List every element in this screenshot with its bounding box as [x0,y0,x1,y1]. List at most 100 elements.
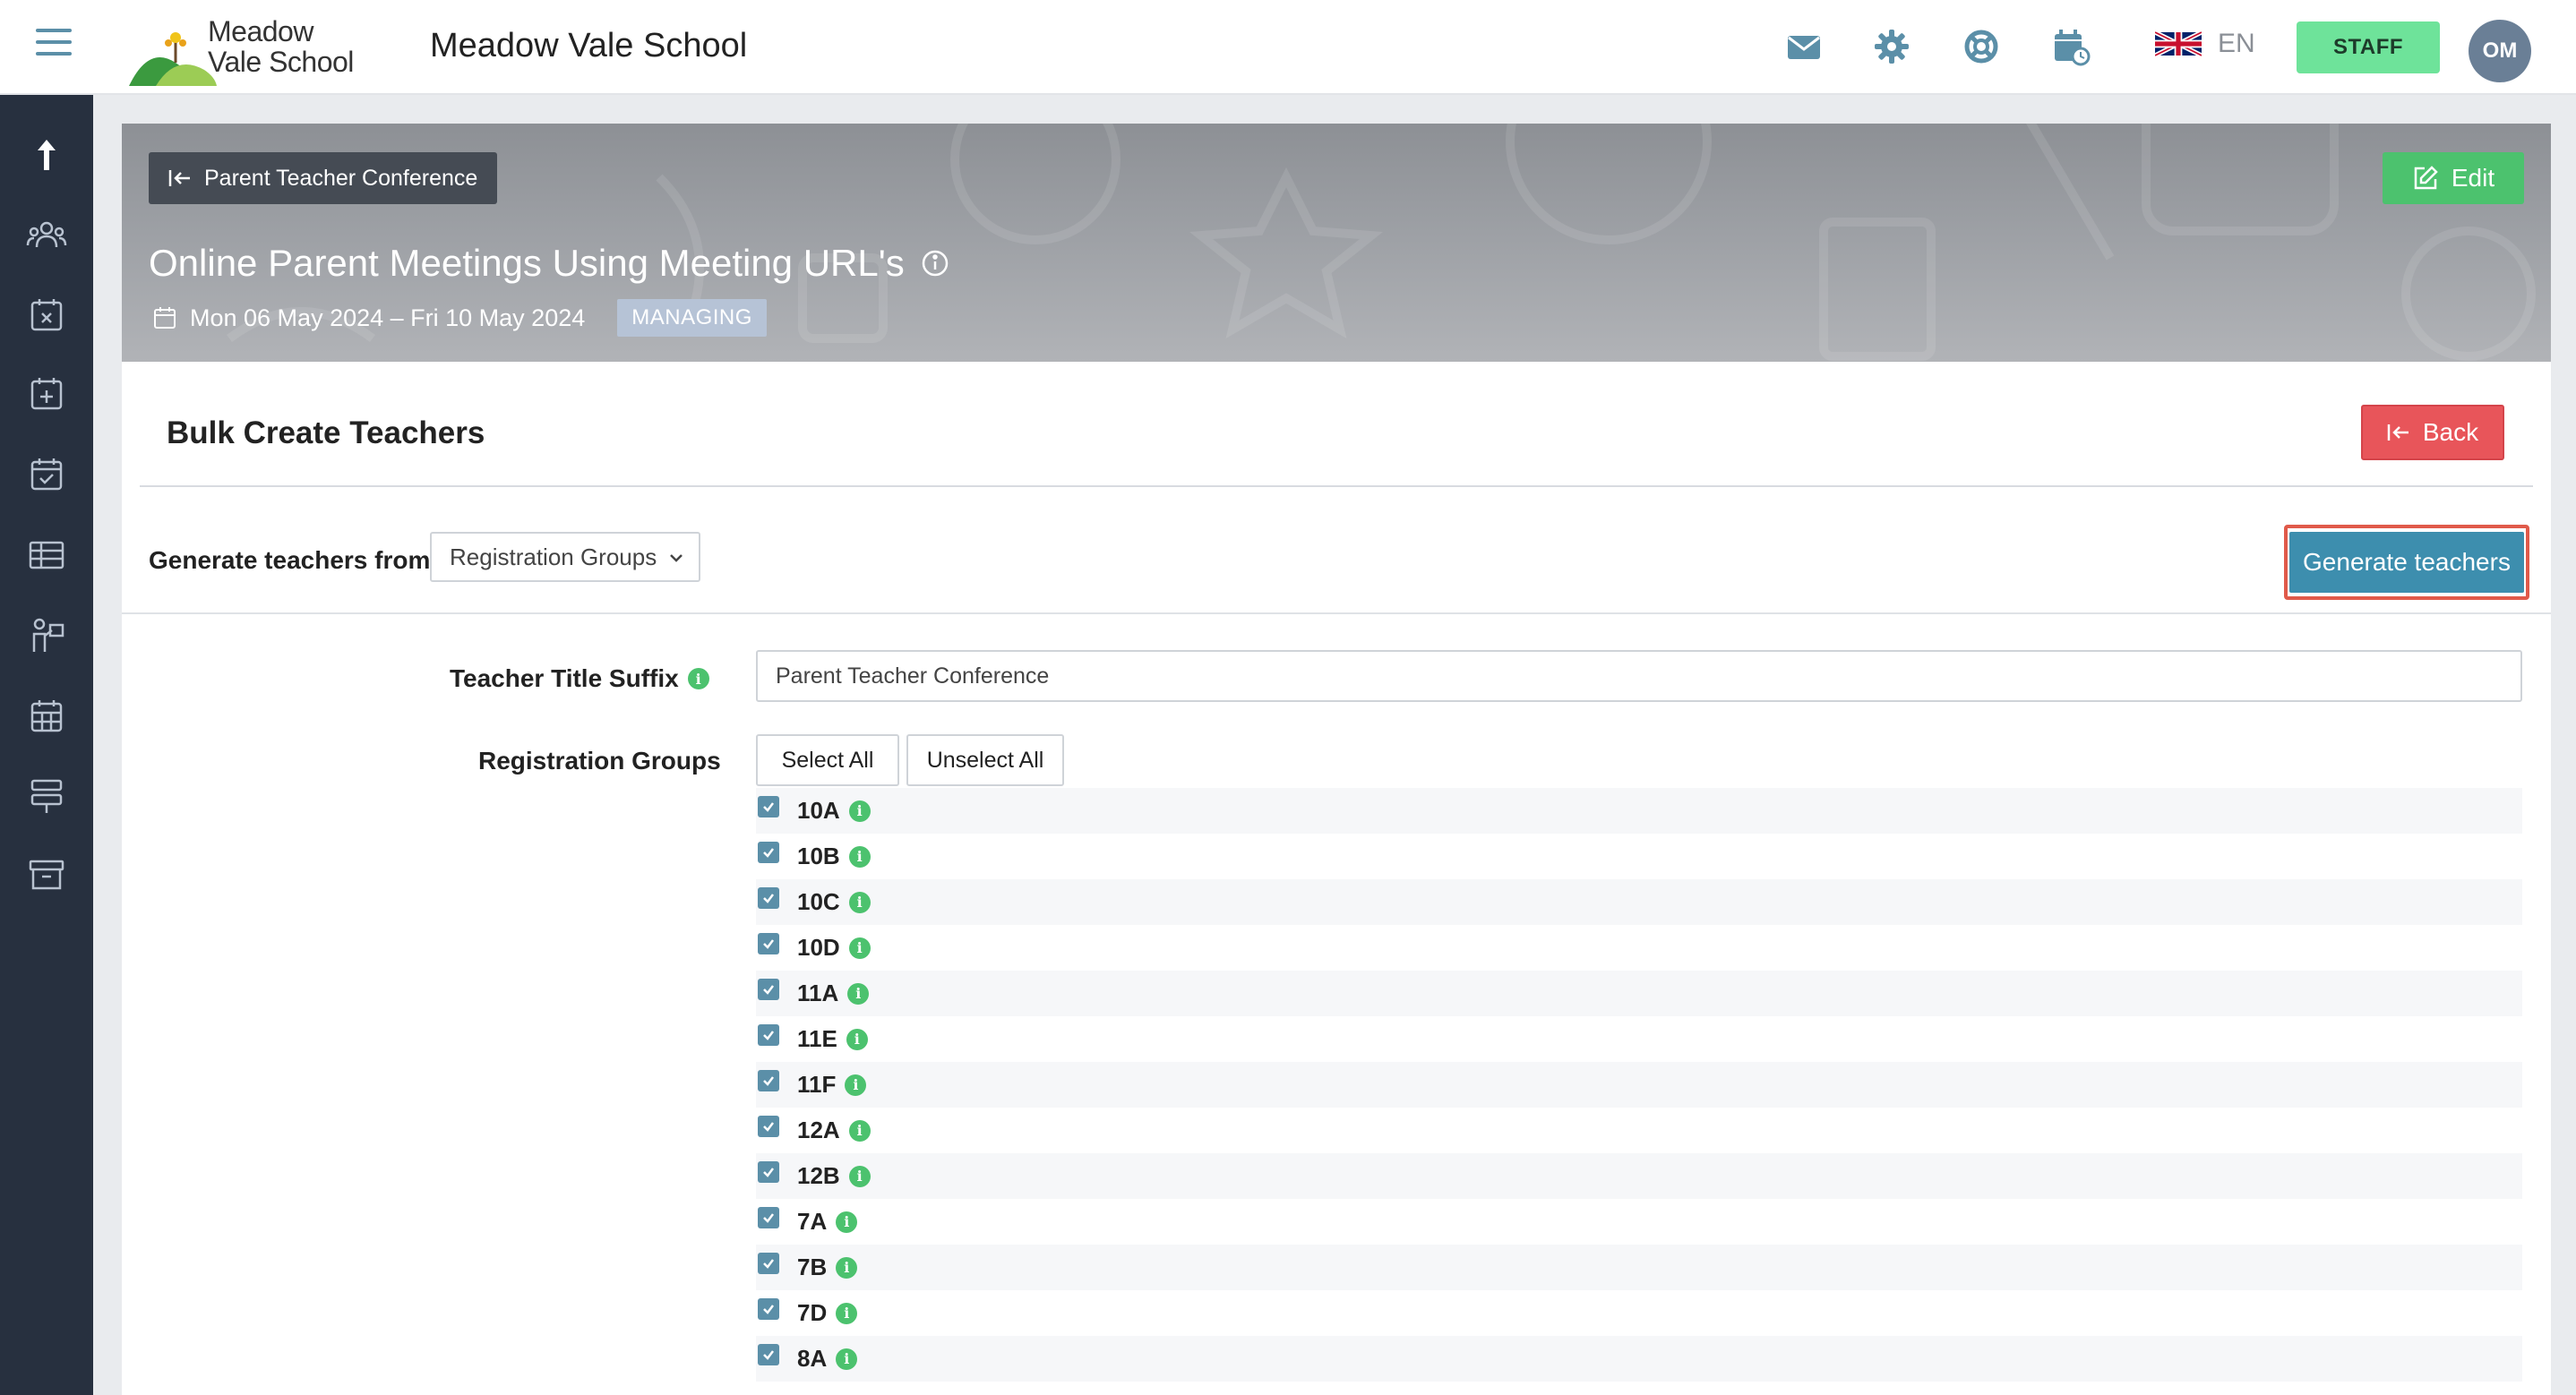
gear-icon[interactable] [1872,27,1911,66]
lifebuoy-icon[interactable] [1962,27,2001,66]
checkmark-icon [763,893,774,903]
checkmark-icon [763,801,774,812]
divider [122,612,2551,614]
hamburger-menu-icon[interactable] [36,29,72,61]
group-name: 8A [797,1345,828,1372]
group-checkbox[interactable] [758,886,779,909]
registration-group-row: 7A i [756,1199,2522,1245]
group-name: 10C [797,888,840,915]
page-title: Online Parent Meetings Using Meeting URL… [149,242,949,285]
info-icon[interactable]: i [836,1256,858,1279]
checkmark-icon [763,1304,774,1314]
language-selector[interactable]: EN [2155,29,2255,59]
registration-group-row: 10C i [756,879,2522,925]
info-icon[interactable]: i [848,937,871,959]
main-card: Parent Teacher Conference Edit Online Pa… [122,124,2551,1395]
logo-line-2: Vale School [208,46,354,78]
registration-group-row: 10B i [756,834,2522,879]
breadcrumb-label: Parent Teacher Conference [204,165,478,191]
group-checkbox[interactable] [758,932,779,954]
group-checkbox[interactable] [758,1252,779,1274]
registration-group-row: 10A i [756,788,2522,834]
event-date-range: Mon 06 May 2024 – Fri 10 May 2024 [190,304,586,331]
group-checkbox[interactable] [758,1023,779,1046]
info-icon[interactable]: i [848,891,871,913]
group-name: 12A [797,1117,840,1143]
managing-badge: MANAGING [617,299,767,337]
teacher-title-suffix-label: Teacher Title Suffix i [450,664,709,693]
parent-teacher-conference-breadcrumb-button[interactable]: Parent Teacher Conference [149,152,498,204]
logo-line-1: Meadow [208,15,313,47]
unselect-all-button[interactable]: Unselect All [906,734,1064,786]
generate-from-label: Generate teachers from: [149,546,439,574]
teacher-title-suffix-value: Parent Teacher Conference [776,663,1050,689]
people-icon[interactable] [25,215,68,258]
group-name: 12B [797,1162,840,1189]
signpost-icon[interactable] [25,774,68,817]
group-checkbox[interactable] [758,1206,779,1228]
group-checkbox[interactable] [758,1069,779,1091]
info-icon[interactable]: i [687,668,709,689]
registration-group-list: 10A i 10B i 10C i 10D i 11A i 11E i 11F i 12A i 12B i 7A i 7… [756,788,2522,1382]
table-icon[interactable] [25,534,68,577]
checkmark-icon [763,1030,774,1040]
group-checkbox[interactable] [758,795,779,817]
info-icon[interactable]: i [845,1074,867,1096]
divider [140,485,2533,487]
checkmark-icon [763,1167,774,1177]
edit-icon [2414,166,2438,190]
info-icon[interactable]: i [848,845,871,868]
group-checkbox[interactable] [758,978,779,1000]
school-name: Meadow Vale School [430,27,748,64]
calendar-icon [154,307,176,329]
teacher-title-suffix-input[interactable]: Parent Teacher Conference [756,650,2522,702]
back-to-start-icon [168,170,190,186]
info-icon[interactable]: i [848,800,871,822]
group-name: 10A [797,797,840,824]
group-name: 10D [797,934,840,961]
info-icon[interactable]: i [848,1119,871,1142]
registration-group-row: 11E i [756,1016,2522,1062]
checkmark-icon [763,1258,774,1269]
archive-icon[interactable] [25,852,68,895]
calendar-plus-icon[interactable] [25,372,68,415]
generate-from-value: Registration Groups [450,543,657,570]
group-checkbox[interactable] [758,1343,779,1365]
info-icon[interactable]: i [846,1028,868,1050]
edit-button[interactable]: Edit [2383,152,2524,204]
registration-group-row: 7B i [756,1245,2522,1290]
checkmark-icon [763,984,774,995]
info-circle-icon[interactable] [921,249,949,278]
group-checkbox[interactable] [758,1160,779,1183]
registration-groups-label: Registration Groups [478,747,721,775]
calendar-check-icon[interactable] [25,453,68,496]
generate-from-select[interactable]: Registration Groups [430,532,700,582]
top-bar: Meadow Vale School Meadow Vale School EN… [0,0,2576,95]
registration-group-row: 12A i [756,1108,2522,1153]
registration-group-row: 10D i [756,925,2522,971]
upload-arrow-icon[interactable] [25,134,68,177]
info-icon[interactable]: i [836,1348,858,1370]
user-avatar[interactable]: OM [2469,20,2531,82]
generate-teachers-button[interactable]: Generate teachers [2289,532,2524,593]
presenter-icon[interactable] [25,614,68,657]
registration-group-row: 12B i [756,1153,2522,1199]
calendar-x-icon[interactable] [25,294,68,337]
staff-role-button[interactable]: STAFF [2297,21,2440,73]
info-icon[interactable]: i [848,1165,871,1187]
mail-icon[interactable] [1784,27,1824,66]
back-button[interactable]: Back [2361,405,2504,460]
group-checkbox[interactable] [758,1297,779,1320]
group-checkbox[interactable] [758,1115,779,1137]
checkmark-icon [763,938,774,949]
group-name: 7D [797,1299,828,1326]
select-all-button[interactable]: Select All [756,734,899,786]
calendar-grid-icon[interactable] [25,695,68,738]
school-logo[interactable]: Meadow Vale School [129,14,362,86]
group-checkbox[interactable] [758,841,779,863]
info-icon[interactable]: i [847,982,870,1005]
info-icon[interactable]: i [836,1302,858,1324]
event-banner: Parent Teacher Conference Edit Online Pa… [122,124,2551,362]
info-icon[interactable]: i [836,1211,858,1233]
calendar-clock-icon[interactable] [2051,27,2091,66]
